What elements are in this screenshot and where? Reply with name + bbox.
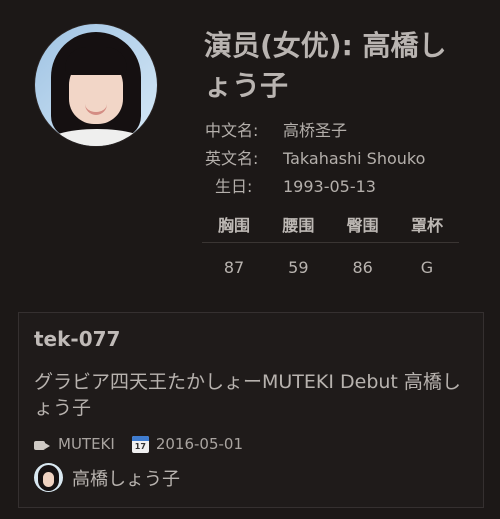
birthday-row: 生日: 1993-05-13 <box>205 173 376 197</box>
english-name-label: 英文名: <box>205 149 259 168</box>
hip-header: 臀围 <box>346 216 379 235</box>
cup-value: G <box>420 258 434 277</box>
hip-value: 86 <box>352 258 373 277</box>
measurements-header: 胸围 腰围 臀围 罩杯 <box>202 206 459 242</box>
measurements-table: 胸围 腰围 臀围 罩杯 87 59 86 G <box>202 206 459 277</box>
chinese-name-value: 高桥圣子 <box>283 121 348 140</box>
birthday-label: 生日: <box>215 177 253 196</box>
bust-header: 胸围 <box>217 216 250 235</box>
english-name-value: Takahashi Shouko <box>283 149 426 168</box>
cup-header: 罩杯 <box>410 216 443 235</box>
english-name-row: 英文名: Takahashi Shouko <box>205 145 425 169</box>
measurements-divider <box>202 242 459 243</box>
actress-mini-avatar[interactable] <box>34 463 63 492</box>
card-actress[interactable]: 高橋しょう子 <box>34 463 180 492</box>
movie-code[interactable]: tek-077 <box>34 327 120 351</box>
chinese-name-label: 中文名: <box>205 121 259 140</box>
waist-header: 腰围 <box>282 216 315 235</box>
measurements-values: 87 59 86 G <box>202 258 459 277</box>
movie-card[interactable]: tek-077 グラビア四天王たかしょーMUTEKI Debut 高橋しょう子 … <box>18 312 484 508</box>
release-date: 2016-05-01 <box>155 435 244 453</box>
studio-name[interactable]: MUTEKI <box>58 435 115 453</box>
actress-avatar <box>35 24 157 146</box>
waist-value: 59 <box>288 258 309 277</box>
actress-title: 演员(女优): 高橋しょう子 <box>204 29 447 102</box>
movie-title[interactable]: グラビア四天王たかしょーMUTEKI Debut 高橋しょう子 <box>34 369 464 421</box>
bust-value: 87 <box>223 258 245 277</box>
calendar-icon: 17 <box>131 435 149 453</box>
chinese-name-row: 中文名: 高桥圣子 <box>205 117 347 141</box>
movie-meta: MUTEKI 17 2016-05-01 <box>34 435 243 453</box>
camera-icon <box>34 438 51 451</box>
actress-name[interactable]: 高橋しょう子 <box>72 465 180 491</box>
birthday-value: 1993-05-13 <box>283 177 376 196</box>
